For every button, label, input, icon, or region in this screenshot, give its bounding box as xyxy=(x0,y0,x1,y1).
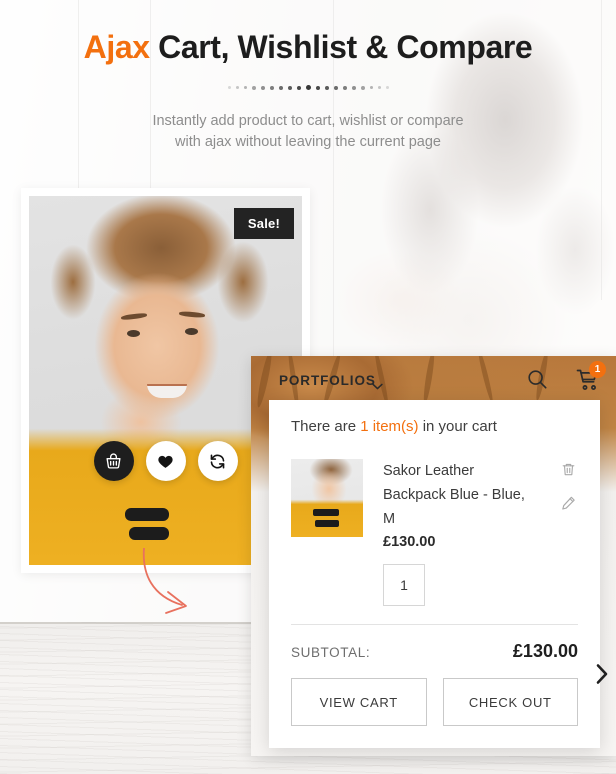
separator-dot xyxy=(333,85,338,90)
sale-badge: Sale! xyxy=(233,208,294,239)
cart-line-item: Sakor Leather Backpack Blue - Blue, M £1… xyxy=(291,459,578,550)
thumbnail-bracelet xyxy=(313,509,339,516)
product-action-buttons xyxy=(93,441,238,481)
chevron-right-icon xyxy=(595,664,609,689)
bracelet xyxy=(125,508,169,521)
pencil-icon[interactable] xyxy=(561,495,576,516)
cart-count-badge: 1 xyxy=(589,361,606,378)
quantity-input[interactable]: 1 xyxy=(383,564,425,606)
trash-icon[interactable] xyxy=(561,461,576,483)
page-subtitle: Instantly add product to cart, wishlist … xyxy=(0,111,616,153)
separator-dot xyxy=(351,85,356,90)
model-eye xyxy=(127,330,140,337)
model-brow xyxy=(120,312,148,321)
add-to-wishlist-button[interactable] xyxy=(145,441,186,481)
separator-dot xyxy=(342,85,347,90)
mini-cart-panel: There are 1 item(s) in your cart Sakor L… xyxy=(269,400,600,748)
cart-actions: VIEW CART CHECK OUT xyxy=(291,678,578,726)
add-to-compare-button[interactable] xyxy=(197,441,238,481)
model-eye xyxy=(185,328,198,335)
cart-item-count: 1 item(s) xyxy=(360,418,419,435)
subtotal-value: £130.00 xyxy=(512,641,578,661)
separator-dot xyxy=(360,85,365,90)
separator-dot xyxy=(243,86,247,89)
heart-icon xyxy=(157,453,174,470)
slider-next-button[interactable] xyxy=(595,663,609,690)
cart-item-name[interactable]: Sakor Leather Backpack Blue - Blue, M xyxy=(383,459,533,531)
view-cart-button[interactable]: VIEW CART xyxy=(291,678,427,726)
separator-dot xyxy=(278,85,283,90)
page-subtitle-line2: with ajax without leaving the current pa… xyxy=(175,134,441,150)
nav-row: PORTFOLIOS 1 xyxy=(251,356,616,405)
cart-heading-prefix: There are xyxy=(291,418,361,435)
separator-dot xyxy=(251,85,256,90)
compare-icon xyxy=(209,453,226,470)
add-to-cart-button[interactable] xyxy=(93,441,134,481)
page-subtitle-line1: Instantly add product to cart, wishlist … xyxy=(152,113,464,129)
separator-dot xyxy=(369,86,373,89)
cart-item-tools xyxy=(561,461,576,516)
cart-item-price: £130.00 xyxy=(383,534,436,550)
page-title-rest: Cart, Wishlist & Compare xyxy=(149,29,533,65)
cart-item-info: Sakor Leather Backpack Blue - Blue, M £1… xyxy=(383,459,578,550)
model-brow xyxy=(178,310,206,319)
cart-heading: There are 1 item(s) in your cart xyxy=(291,400,578,435)
separator-dot xyxy=(385,86,389,89)
separator-dot xyxy=(315,85,320,90)
page-title: Ajax Cart, Wishlist & Compare xyxy=(0,29,616,66)
page-title-accent: Ajax xyxy=(83,29,150,65)
separator-dot xyxy=(287,85,292,90)
nav-menu-portfolios[interactable]: PORTFOLIOS xyxy=(279,373,376,388)
separator-dot xyxy=(260,85,265,90)
shopping-cart-icon xyxy=(576,369,600,396)
chevron-down-icon[interactable] xyxy=(372,377,383,395)
thumbnail-bracelet xyxy=(315,520,339,527)
search-icon xyxy=(526,370,548,394)
separator-dot xyxy=(377,86,381,89)
separator-dot xyxy=(269,85,274,90)
separator-dot xyxy=(324,85,329,90)
cart-item-thumbnail[interactable] xyxy=(291,459,363,537)
dot-separator xyxy=(0,85,616,90)
separator-dot xyxy=(227,86,231,89)
model-mouth xyxy=(147,384,187,398)
separator-dot xyxy=(296,85,301,90)
search-button[interactable] xyxy=(526,368,548,395)
subtotal-row: SUBTOTAL: £130.00 xyxy=(291,641,578,662)
cart-heading-suffix: in your cart xyxy=(418,418,497,435)
divider xyxy=(291,624,578,625)
separator-dot xyxy=(235,86,239,89)
slide-stage: Ajax Cart, Wishlist & Compare Instantly … xyxy=(0,0,616,774)
bracelet xyxy=(129,527,169,540)
checkout-button[interactable]: CHECK OUT xyxy=(442,678,578,726)
separator-dot xyxy=(305,85,311,90)
basket-icon xyxy=(105,452,122,470)
subtotal-label: SUBTOTAL: xyxy=(291,645,371,660)
